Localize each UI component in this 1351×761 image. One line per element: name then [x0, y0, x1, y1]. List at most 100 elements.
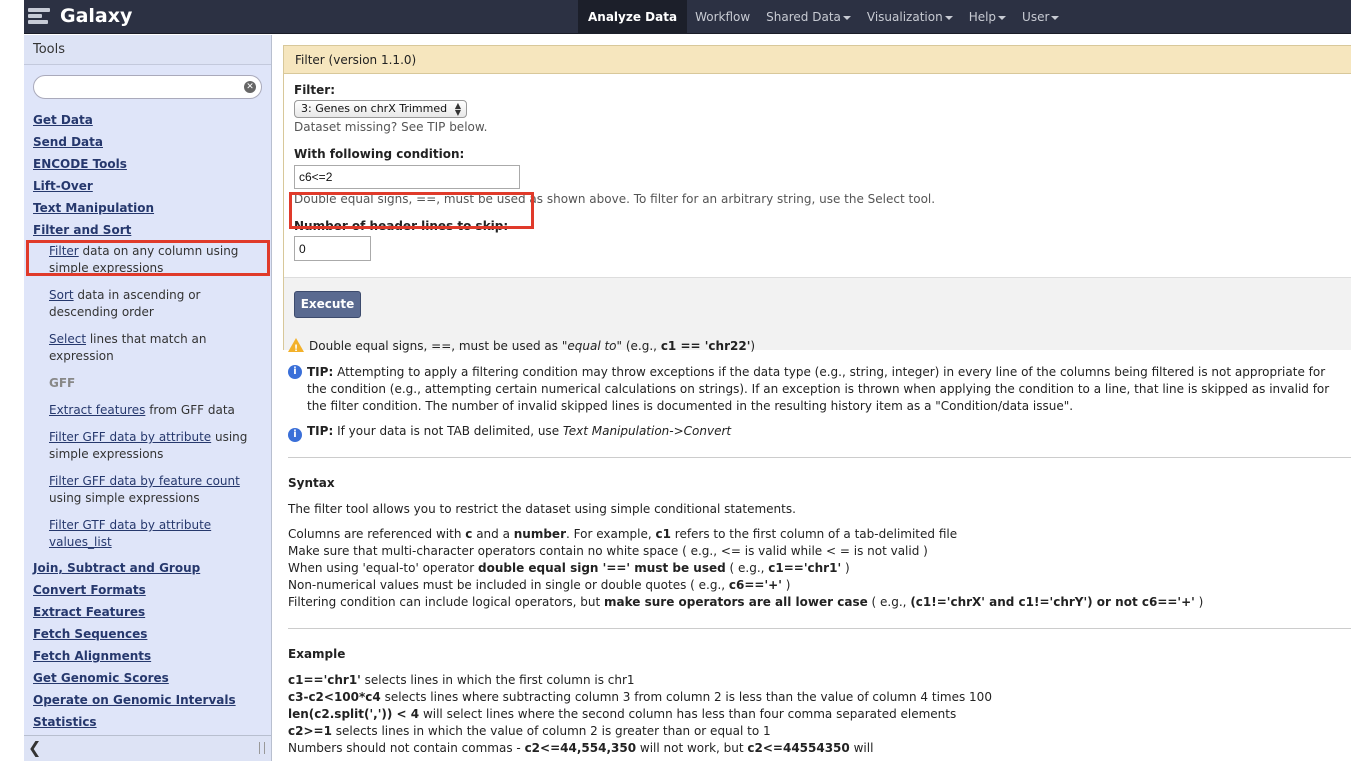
- tool-select-link[interactable]: Select: [49, 332, 86, 346]
- section-fetch-alignments[interactable]: Fetch Alignments: [33, 645, 268, 667]
- tool-extract-link[interactable]: Extract features: [49, 403, 145, 417]
- tip-label: TIP:: [307, 365, 334, 379]
- tool-gff-attr-link[interactable]: Filter GFF data by attribute: [49, 430, 211, 444]
- tool-panel-header: Tools: [24, 35, 271, 65]
- galaxy-logo-icon: [28, 6, 52, 26]
- tool-sort[interactable]: Sort data in ascending or descending ord…: [33, 287, 268, 321]
- info-icon: i: [288, 428, 302, 442]
- tip-text: Attempting to apply a filtering conditio…: [307, 365, 1330, 413]
- header-lines-input[interactable]: [294, 236, 371, 261]
- tool-filter-gtf-attr[interactable]: Filter GTF data by attribute values_list: [33, 517, 268, 551]
- condition-label: With following condition:: [294, 147, 465, 161]
- tool-gff-count-link[interactable]: Filter GFF data by feature count: [49, 474, 240, 488]
- warning-text: (e.g.,: [622, 339, 661, 353]
- tool-sort-link[interactable]: Sort: [49, 288, 74, 302]
- example-heading: Example: [288, 647, 346, 661]
- nav-shared-data[interactable]: Shared Data: [758, 0, 859, 34]
- example-line: len(c2.split(',')) < 4 will select lines…: [288, 707, 957, 721]
- tool-group-gff: GFF: [49, 376, 76, 390]
- nav-label: Shared Data: [766, 10, 841, 24]
- tool-extract-features[interactable]: Extract features from GFF data: [33, 402, 268, 419]
- syntax-line: Filtering condition can include logical …: [288, 595, 1204, 609]
- dataset-select[interactable]: 3: Genes on chrX Trimmed ▲ ▼: [294, 100, 467, 118]
- caret-down-icon: [998, 15, 1007, 20]
- section-operate-genomic-intervals[interactable]: Operate on Genomic Intervals: [33, 689, 268, 711]
- nav-workflow[interactable]: Workflow: [687, 0, 758, 34]
- warning-em: "equal to": [561, 339, 623, 353]
- example-line: Numbers should not contain commas - c2<=…: [288, 741, 874, 755]
- tip-exceptions: i TIP: Attempting to apply a filtering c…: [288, 364, 1348, 415]
- resize-grip-icon[interactable]: [259, 742, 265, 754]
- nav-user[interactable]: User: [1014, 0, 1067, 34]
- brand-name: Galaxy: [60, 5, 133, 27]
- section-extract-features[interactable]: Extract Features: [33, 601, 268, 623]
- tip-em: Text Manipulation->Convert: [562, 424, 732, 438]
- nav-label: Analyze Data: [588, 10, 678, 24]
- clear-search-icon[interactable]: ✕: [244, 81, 256, 93]
- section-encode-tools[interactable]: ENCODE Tools: [33, 153, 268, 175]
- syntax-line: Columns are referenced with c and a numb…: [288, 527, 958, 541]
- select-arrows-icon: ▲ ▼: [454, 101, 461, 117]
- warning-message: ! Double equal signs, ==, must be used as…: [288, 338, 1348, 355]
- warning-icon: !: [288, 338, 304, 354]
- section-statistics[interactable]: Statistics: [33, 711, 268, 733]
- brand[interactable]: Galaxy: [28, 5, 132, 27]
- tool-panel-footer: ❮: [24, 735, 272, 761]
- condition-input[interactable]: [294, 165, 520, 189]
- syntax-line: When using 'equal-to' operator double eq…: [288, 561, 850, 575]
- section-lift-over[interactable]: Lift-Over: [33, 175, 268, 197]
- nav-label: Workflow: [695, 10, 751, 24]
- section-text-manipulation[interactable]: Text Manipulation: [33, 197, 268, 219]
- masthead: Galaxy Analyze Data Workflow Shared Data…: [24, 0, 1351, 34]
- tool-select[interactable]: Select lines that match an expression: [33, 331, 268, 365]
- form-title: Filter (version 1.1.0): [284, 46, 1351, 74]
- warning-text: ): [750, 339, 756, 353]
- warning-text: Double equal signs, ==, must be used as: [309, 339, 562, 353]
- tool-filter-gff-attr[interactable]: Filter GFF data by attribute using simpl…: [33, 429, 268, 463]
- example-line: c2>=1 selects lines in which the value o…: [288, 724, 771, 738]
- divider: [288, 457, 1351, 458]
- tool-desc: from GFF data: [145, 403, 235, 417]
- collapse-panel-icon[interactable]: ❮: [28, 738, 41, 757]
- center-panel: Filter (version 1.1.0) Filter: 3: Genes …: [273, 35, 1351, 761]
- nav-label: Visualization: [866, 10, 943, 24]
- tool-search-input[interactable]: ✕: [33, 75, 262, 99]
- syntax-line: Non-numerical values must be included in…: [288, 578, 791, 592]
- nav-visualization[interactable]: Visualization: [859, 0, 961, 34]
- nav-label: Help: [968, 10, 997, 24]
- highlight-filter-tool: [26, 240, 270, 276]
- section-convert-formats[interactable]: Convert Formats: [33, 579, 268, 601]
- tool-panel: Tools ✕ Get Data Send Data ENCODE Tools …: [24, 35, 272, 761]
- example-line: c3-c2<100*c4 selects lines where subtrac…: [288, 690, 992, 704]
- divider: [288, 628, 1351, 629]
- section-get-data[interactable]: Get Data: [33, 109, 268, 131]
- section-fetch-sequences[interactable]: Fetch Sequences: [33, 623, 268, 645]
- dataset-help: Dataset missing? See TIP below.: [294, 120, 488, 134]
- caret-down-icon: [842, 15, 851, 20]
- caret-down-icon: [1051, 15, 1060, 20]
- filter-label: Filter:: [294, 83, 336, 97]
- nav-label: User: [1022, 10, 1050, 24]
- tip-text: If your data is not TAB delimited, use: [333, 424, 563, 438]
- syntax-heading: Syntax: [288, 476, 335, 490]
- syntax-list: Columns are referenced with c and a numb…: [288, 526, 1348, 611]
- tip-tab-delimited: i TIP: If your data is not TAB delimited,…: [288, 423, 1348, 442]
- section-get-genomic-scores[interactable]: Get Genomic Scores: [33, 667, 268, 689]
- highlight-condition-input: [289, 192, 534, 229]
- section-send-data[interactable]: Send Data: [33, 131, 268, 153]
- section-filter-and-sort[interactable]: Filter and Sort: [33, 219, 268, 241]
- warning-code: c1 == 'chr22': [660, 339, 751, 353]
- section-join-subtract-group[interactable]: Join, Subtract and Group: [33, 557, 268, 579]
- tip-label: TIP:: [307, 424, 334, 438]
- nav-analyze-data[interactable]: Analyze Data: [578, 0, 688, 34]
- execute-button[interactable]: Execute: [294, 291, 361, 318]
- info-icon: i: [288, 365, 302, 379]
- tool-gtf-link[interactable]: Filter GTF data by attribute values_list: [49, 518, 211, 549]
- example-line: c1=='chr1' selects lines in which the fi…: [288, 673, 635, 687]
- tool-list: Get Data Send Data ENCODE Tools Lift-Ove…: [33, 109, 268, 733]
- tool-desc: using simple expressions: [49, 491, 200, 505]
- caret-down-icon: [944, 15, 953, 20]
- top-nav: Analyze Data Workflow Shared Data Visual…: [578, 0, 1067, 34]
- nav-help[interactable]: Help: [961, 0, 1014, 34]
- tool-filter-gff-count[interactable]: Filter GFF data by feature count using s…: [33, 473, 268, 507]
